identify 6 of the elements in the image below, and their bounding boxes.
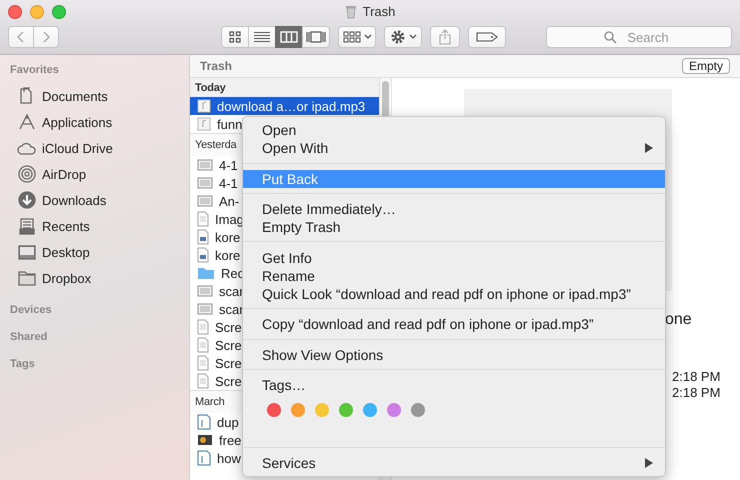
file-date: 2:18 PM <box>672 369 722 385</box>
file-name: one <box>665 311 693 329</box>
file-date: 2:18 PM <box>672 385 722 401</box>
group-heading: Today <box>190 78 379 97</box>
path-title: Trash <box>200 59 232 73</box>
window-title: Trash <box>362 4 396 19</box>
